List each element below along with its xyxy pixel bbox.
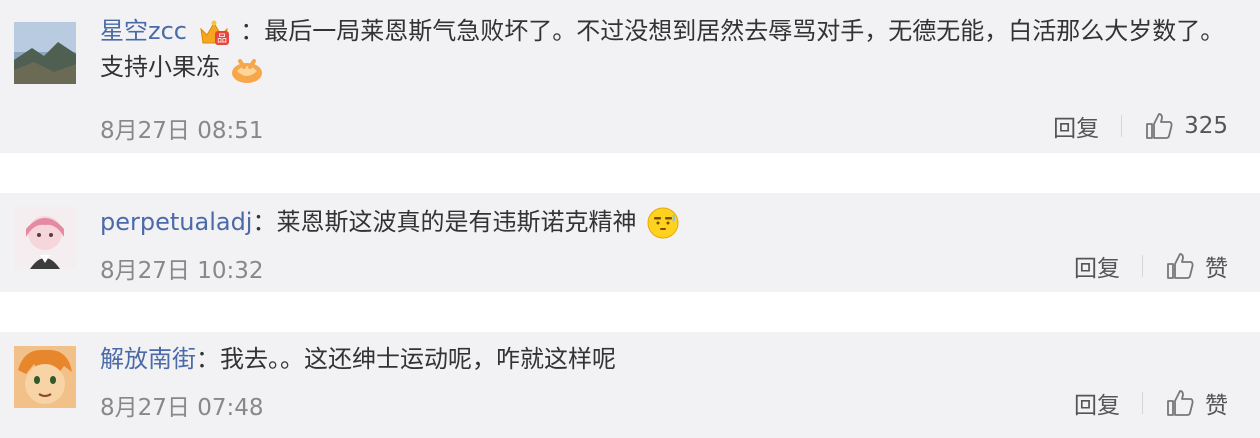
like-count[interactable]: 325 xyxy=(1184,113,1228,139)
divider xyxy=(1142,392,1143,414)
comment-item: perpetualadj：莱恩斯这波真的是有违斯诺克精神 8月27日 10:32… xyxy=(0,193,1260,292)
comment-timestamp: 8月27日 07:48 xyxy=(100,395,264,421)
divider xyxy=(1121,115,1123,137)
colon: ： xyxy=(196,345,220,373)
handshake-emoji-icon xyxy=(231,59,262,83)
comment-text: 我去。。这还绅士运动呢，咋就这样呢 xyxy=(220,345,616,373)
svg-text:品: 品 xyxy=(217,33,227,45)
reply-button[interactable]: 回复 xyxy=(1074,249,1120,283)
username-link[interactable]: 解放南街 xyxy=(100,345,196,373)
thumbs-up-icon[interactable] xyxy=(1165,388,1195,418)
colon: ： xyxy=(252,208,277,236)
crown-vip-badge-icon: 品 xyxy=(199,20,229,45)
comment-actions: 回复 赞 xyxy=(1074,248,1228,284)
username-link[interactable]: perpetualadj xyxy=(100,208,252,236)
avatar[interactable] xyxy=(14,207,76,269)
divider xyxy=(1142,255,1143,277)
thumbs-up-icon[interactable] xyxy=(1144,111,1174,141)
comment-content: 星空zcc 品 ：最后一局莱恩斯气急败坏了。不过没想到居然去辱骂对手，无德无能，… xyxy=(100,13,1234,85)
comment-text: 莱恩斯这波真的是有违斯诺克精神 xyxy=(276,208,637,236)
comment-item: 星空zcc 品 ：最后一局莱恩斯气急败坏了。不过没想到居然去辱骂对手，无德无能，… xyxy=(0,0,1260,153)
comment-text: 最后一局莱恩斯气急败坏了。不过没想到居然去辱骂对手，无德无能，白活那么大岁数了。… xyxy=(100,17,1225,81)
thumbs-up-icon[interactable] xyxy=(1165,251,1195,281)
comment-content: perpetualadj：莱恩斯这波真的是有违斯诺克精神 xyxy=(100,204,1234,240)
reply-button[interactable]: 回复 xyxy=(1074,386,1120,420)
comment-timestamp: 8月27日 08:51 xyxy=(100,118,264,144)
comment-content: 解放南街：我去。。这还绅士运动呢，咋就这样呢 xyxy=(100,341,1234,377)
comment-actions: 回复 325 xyxy=(1053,108,1228,144)
comment-item: 解放南街：我去。。这还绅士运动呢，咋就这样呢 8月27日 07:48 回复 赞 xyxy=(0,332,1260,438)
username-link[interactable]: 星空zcc xyxy=(100,17,187,45)
avatar[interactable] xyxy=(14,22,76,84)
like-button-label[interactable]: 赞 xyxy=(1205,386,1228,420)
comment-timestamp: 8月27日 10:32 xyxy=(100,258,264,284)
reply-button[interactable]: 回复 xyxy=(1053,109,1099,143)
awkward-face-emoji-icon xyxy=(647,207,679,239)
avatar[interactable] xyxy=(14,346,76,408)
like-button-label[interactable]: 赞 xyxy=(1205,249,1228,283)
colon: ： xyxy=(240,17,265,45)
comment-actions: 回复 赞 xyxy=(1074,385,1228,421)
